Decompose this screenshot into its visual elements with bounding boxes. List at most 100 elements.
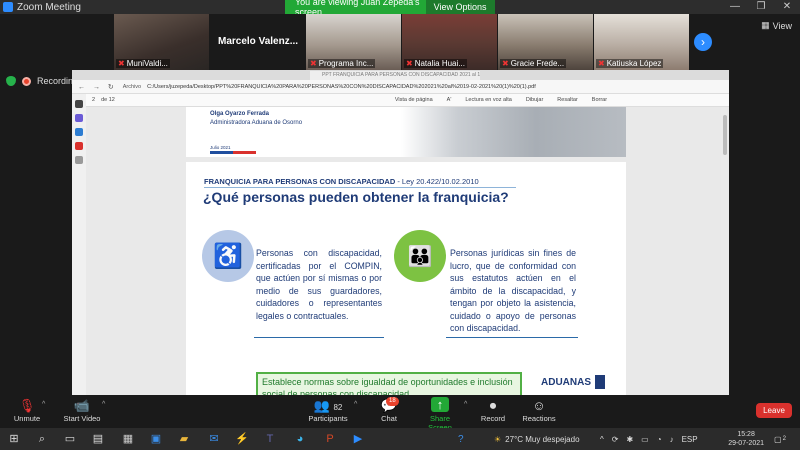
leave-button[interactable]: Leave — [756, 403, 792, 418]
share-arrow-icon: ↑ — [431, 397, 449, 412]
search-icon[interactable]: ⌕ — [34, 431, 50, 447]
participant-tile[interactable]: ✖ MuniValdi... — [114, 14, 209, 70]
participant-name: Natalia Huai... — [414, 59, 465, 68]
folder-icon[interactable]: ▰ — [176, 431, 192, 447]
calculator-icon[interactable]: ▣ — [148, 431, 164, 447]
participant-name: Gracie Frede... — [510, 59, 565, 68]
window-controls: — ❐ ✕ — [722, 0, 800, 14]
reactions-button[interactable]: ☺ Reactions — [522, 397, 556, 423]
participant-name: Programa Inc... — [318, 59, 374, 68]
browser-nav-icons[interactable]: ← → ↻ — [78, 83, 117, 91]
zoom-taskbar-icon[interactable]: ▶ — [350, 431, 366, 447]
participant-tile[interactable]: ✖ Katiuska López — [594, 14, 689, 70]
volume-icon[interactable]: ♪ — [670, 435, 674, 444]
pdf-page-1: Olga Oyarzo Ferrada Administradora Aduan… — [186, 107, 626, 157]
share-screen-button[interactable]: ↑ Share Screen — [418, 397, 462, 432]
participant-name: Marcelo Valenz... — [218, 36, 299, 47]
mic-muted-icon: 🎙 — [18, 398, 36, 413]
widgets-icon[interactable]: ▤ — [90, 431, 106, 447]
bluetooth-icon[interactable]: ✱ — [626, 435, 633, 444]
view-button[interactable]: ▦ View — [761, 20, 792, 31]
add-icon[interactable] — [75, 156, 83, 164]
pdf-page-2: FRANQUICIA PARA PERSONAS CON DISCAPACIDA… — [186, 162, 626, 395]
mic-muted-icon: ✖ — [502, 59, 509, 68]
presentation-date: Julio 2021 — [210, 145, 231, 150]
record-button[interactable]: ⏺ Record — [478, 397, 508, 423]
clock-time: 15:28 — [737, 431, 755, 438]
divider — [254, 337, 384, 338]
browser-tabbar: PPT FRANQUICIA PARA PERSONAS CON DISCAPA… — [72, 70, 729, 80]
sidebar-icon[interactable] — [75, 142, 83, 150]
recording-dot-icon — [22, 76, 31, 86]
minimize-icon[interactable]: — — [722, 0, 748, 14]
read-aloud-button[interactable]: Lectura en voz alta — [465, 97, 511, 103]
battery-icon[interactable]: ▭ — [641, 435, 649, 444]
powerpoint-icon[interactable]: P — [322, 431, 338, 447]
close-icon[interactable]: ✕ — [774, 0, 800, 14]
page-view-button[interactable]: Vista de página — [395, 97, 433, 103]
law-banner: Establece normas sobre igualdad de oport… — [256, 372, 522, 395]
share-caret-icon[interactable]: ^ — [464, 401, 467, 408]
chevron-up-icon[interactable]: ^ — [600, 435, 604, 444]
language-indicator[interactable]: ESP — [682, 435, 698, 444]
participants-caret-icon[interactable]: ^ — [354, 401, 357, 408]
app-icon[interactable]: ⚡ — [234, 431, 250, 447]
weather-widget[interactable]: ☀ 27°C Muy despejado — [494, 428, 580, 450]
chat-button[interactable]: 💬 18 Chat — [378, 397, 400, 423]
unmute-button[interactable]: 🎙 Unmute — [10, 397, 44, 423]
participant-name: Katiuska López — [606, 59, 662, 68]
participant-tile[interactable]: ✖ Natalia Huai... — [402, 14, 497, 70]
logo-text: ADUANAS — [541, 376, 591, 388]
pdf-scrollbar[interactable] — [721, 107, 729, 395]
sidebar-icon[interactable] — [75, 100, 83, 108]
slide-title: ¿Qué personas pueden obtener la franquic… — [203, 189, 509, 205]
sync-icon[interactable]: ⟳ — [612, 435, 619, 444]
sidebar-icon[interactable] — [75, 114, 83, 122]
view-options-button[interactable]: View Options ⌄ — [425, 0, 495, 26]
sidebar-icon[interactable] — [75, 128, 83, 136]
slide-subtitle: FRANQUICIA PARA PERSONAS CON DISCAPACIDA… — [204, 177, 479, 186]
flag-stripe — [210, 151, 256, 154]
app-title: Zoom Meeting — [17, 1, 81, 13]
presenter-name: Olga Oyarzo Ferrada — [210, 111, 270, 117]
presenter-role: Administradora Aduana de Osorno — [210, 120, 303, 126]
help-icon[interactable]: ? — [458, 434, 464, 445]
people-group-icon: 👪 — [394, 230, 446, 282]
share-banner: You are viewing Juan Zepeda's screen Vie… — [285, 0, 495, 26]
start-video-button[interactable]: 📹 Start Video — [62, 397, 102, 423]
participants-icon: 👥 82 — [313, 398, 343, 413]
teams-icon[interactable]: T — [262, 431, 278, 447]
restore-icon[interactable]: ❐ — [748, 0, 774, 14]
text-size-button[interactable]: A' — [447, 97, 452, 103]
next-page-arrow-icon[interactable]: › — [694, 33, 712, 51]
browser-sidebar — [72, 94, 86, 395]
windows-start-icon[interactable]: ⊞ — [6, 431, 22, 447]
highlight-button[interactable]: Resaltar — [557, 97, 577, 103]
draw-button[interactable]: Dibujar — [526, 97, 543, 103]
notification-icon: ▢ — [774, 434, 782, 444]
notification-count: 2 — [782, 436, 786, 442]
clock[interactable]: 15:28 29-07-2021 — [728, 430, 764, 448]
participant-tile[interactable]: ✖ Programa Inc... — [306, 14, 401, 70]
task-view-icon[interactable]: ▭ — [62, 431, 78, 447]
edge-icon[interactable]: ◕ — [292, 431, 308, 447]
browser-tab[interactable]: PPT FRANQUICIA PARA PERSONAS CON DISCAPA… — [310, 71, 480, 80]
notification-center[interactable]: ▢ 2 — [774, 428, 786, 450]
erase-button[interactable]: Borrar — [592, 97, 607, 103]
participant-tile[interactable]: Marcelo Valenz... — [210, 14, 305, 70]
store-icon[interactable]: ▦ — [120, 431, 136, 447]
system-tray: ^ ⟳ ✱ ▭ ◔ ♪ ESP — [600, 428, 698, 450]
participant-tile[interactable]: ✖ Gracie Frede... — [498, 14, 593, 70]
chat-badge: 18 — [386, 397, 399, 406]
sun-icon: ☀ — [494, 434, 502, 444]
scrollbar-thumb[interactable] — [723, 115, 727, 155]
page-number-field[interactable]: 2 — [92, 97, 95, 103]
participants-button[interactable]: 👥 82 Participants — [306, 397, 350, 423]
zoom-logo-icon — [3, 2, 13, 12]
wifi-icon[interactable]: ◔ — [657, 435, 662, 444]
url-field[interactable]: C:/Users/juzepeda/Desktop/PPT%20FRANQUIC… — [147, 84, 617, 90]
mail-icon[interactable]: ✉ — [206, 431, 222, 447]
video-options-caret-icon[interactable]: ^ — [102, 401, 105, 408]
smiley-icon: ☺ — [532, 398, 546, 413]
audio-options-caret-icon[interactable]: ^ — [42, 401, 45, 408]
